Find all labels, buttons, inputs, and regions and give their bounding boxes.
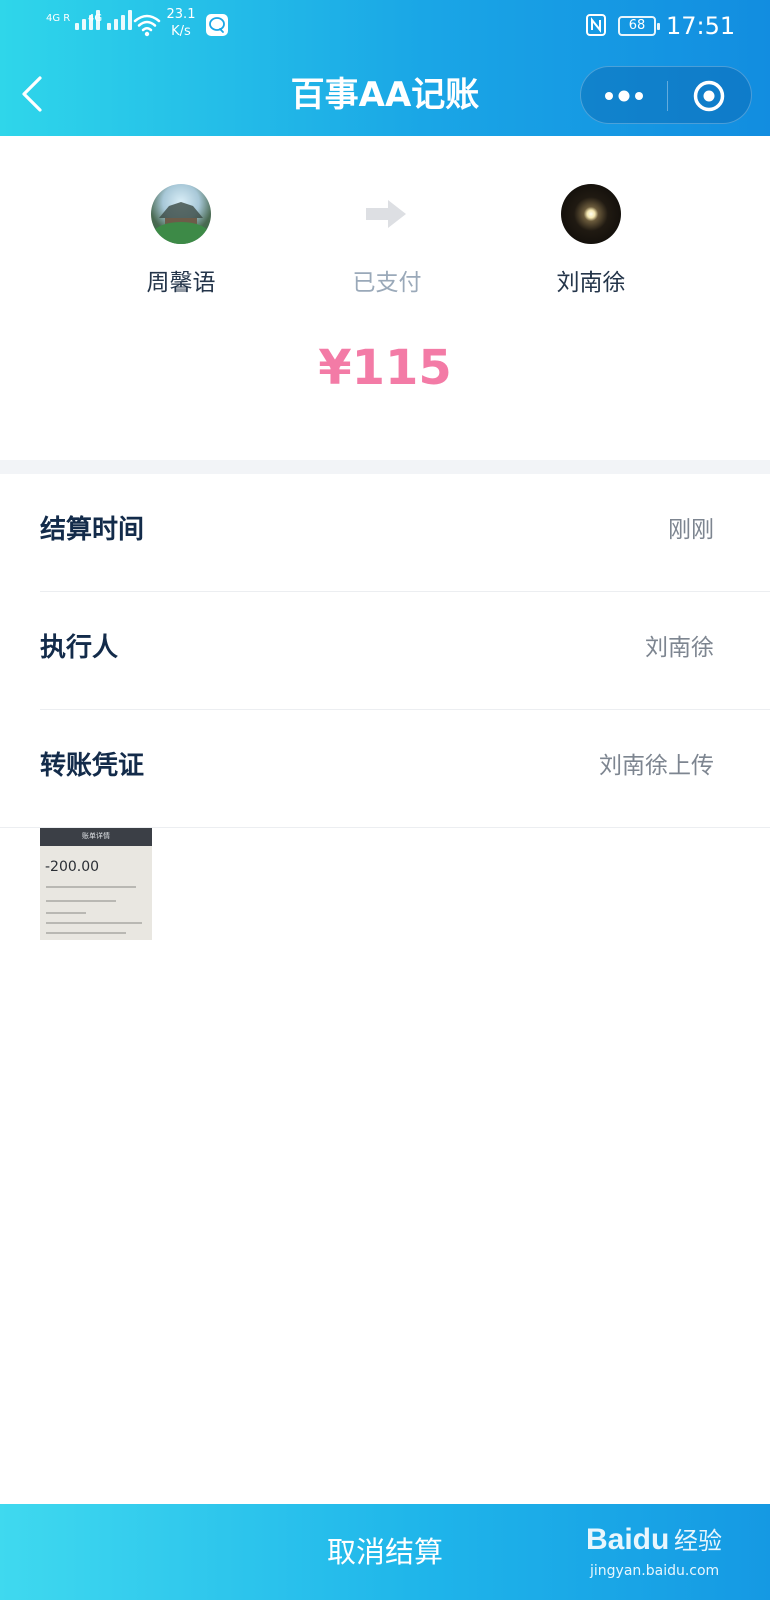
back-arrow-icon bbox=[22, 76, 42, 112]
thumbnail-header-bar: 账单详情 bbox=[40, 828, 152, 846]
back-button[interactable] bbox=[12, 70, 56, 118]
thumbnail-text-line bbox=[46, 922, 142, 924]
payer-avatar[interactable] bbox=[151, 184, 211, 244]
thumbnail-text-line bbox=[46, 886, 136, 888]
transfer-voucher-row: 转账凭证 刘南徐上传 bbox=[0, 710, 770, 828]
thumbnail-text-line bbox=[46, 912, 86, 914]
watermark-product: 经验 bbox=[674, 1527, 722, 1555]
chat-notification-icon bbox=[206, 14, 228, 36]
transfer-card: 周馨语 已支付 刘南徐 ¥115 bbox=[0, 136, 770, 460]
payee-avatar[interactable] bbox=[561, 184, 621, 244]
watermark-brand: Baidu bbox=[586, 1523, 670, 1556]
bottom-action-bar: 取消结算 Baidu 经验 jingyan.baidu.com bbox=[0, 1504, 770, 1600]
voucher-image-thumbnail[interactable]: 账单详情 -200.00 bbox=[40, 828, 152, 940]
transfer-voucher-label: 转账凭证 bbox=[40, 751, 145, 781]
payee-name: 刘南徐 bbox=[556, 270, 626, 296]
settlement-time-value: 刚刚 bbox=[668, 517, 714, 543]
mini-program-capsule bbox=[580, 66, 752, 124]
section-divider bbox=[0, 460, 770, 474]
page-title: 百事AA记账 bbox=[290, 75, 480, 115]
settlement-time-row: 结算时间 刚刚 bbox=[0, 474, 770, 592]
payment-status: 已支付 bbox=[352, 270, 422, 296]
executor-label: 执行人 bbox=[40, 633, 119, 663]
thumbnail-header-text: 账单详情 bbox=[82, 832, 110, 840]
network-speed-unit: K/s bbox=[171, 24, 191, 39]
thumbnail-text-line bbox=[46, 932, 126, 934]
network-speed: 23.1 K/s bbox=[163, 6, 199, 40]
app-header: 4G R 4G 23.1 K/s 68 17:51 百事AA记账 bbox=[0, 0, 770, 136]
more-button[interactable] bbox=[581, 67, 667, 125]
status-bar: 4G R 4G 23.1 K/s 68 17:51 bbox=[0, 0, 770, 52]
signal-2-label: 4G bbox=[88, 13, 103, 24]
nfc-icon bbox=[586, 14, 606, 36]
transfer-arrow-icon bbox=[366, 200, 406, 228]
executor-value: 刘南徐 bbox=[645, 635, 714, 661]
thumbnail-amount: -200.00 bbox=[45, 859, 100, 875]
signal-1-label: 4G R bbox=[46, 13, 71, 24]
watermark-url: jingyan.baidu.com bbox=[590, 1563, 720, 1579]
status-time: 17:51 bbox=[666, 12, 736, 40]
wifi-icon bbox=[133, 14, 161, 37]
battery-indicator: 68 bbox=[618, 16, 660, 36]
payer-name: 周馨语 bbox=[146, 270, 216, 296]
close-button[interactable] bbox=[667, 67, 753, 125]
thumbnail-text-line bbox=[46, 900, 116, 902]
transfer-amount: ¥115 bbox=[318, 340, 452, 396]
settlement-time-label: 结算时间 bbox=[40, 515, 145, 545]
baidu-jingyan-watermark: Baidu 经验 jingyan.baidu.com bbox=[586, 1514, 756, 1592]
signal-2-icon: 4G bbox=[88, 10, 133, 30]
more-dots-icon bbox=[605, 90, 643, 102]
close-target-icon bbox=[693, 80, 725, 112]
executor-row: 执行人 刘南徐 bbox=[0, 592, 770, 710]
network-speed-value: 23.1 bbox=[166, 7, 196, 22]
transfer-voucher-value: 刘南徐上传 bbox=[599, 753, 714, 779]
cancel-settlement-button[interactable]: 取消结算 bbox=[235, 1504, 535, 1600]
